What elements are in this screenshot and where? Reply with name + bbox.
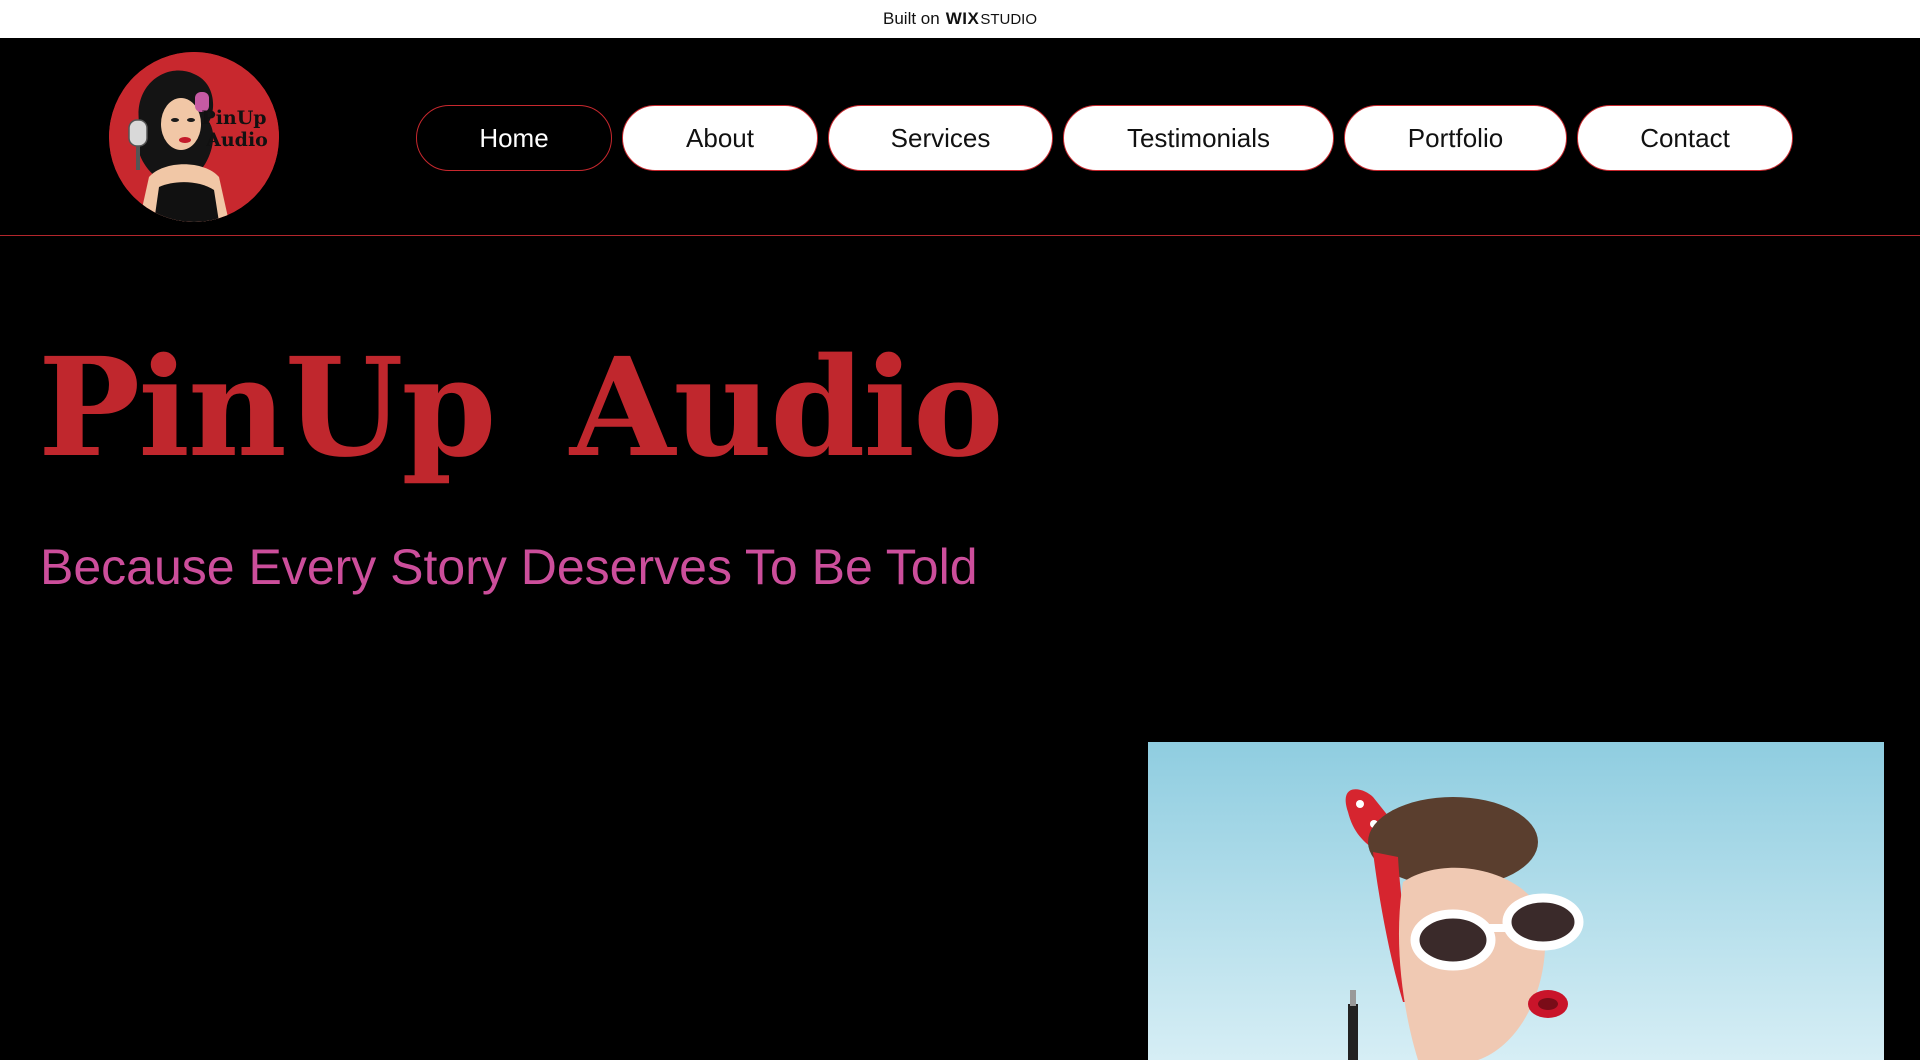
- hero-title: PinUp Audio: [38, 328, 1004, 488]
- studio-brand-text: STUDIO: [980, 10, 1037, 28]
- nav-contact[interactable]: Contact: [1577, 105, 1793, 171]
- main-navigation: Home About Services Testimonials Portfol…: [416, 105, 1793, 171]
- banner-prefix: Built on: [883, 9, 940, 28]
- site-header: PinUp Audio Home About Services Testimon…: [0, 38, 1920, 236]
- nav-services[interactable]: Services: [828, 105, 1053, 171]
- logo-text-line1: PinUp: [201, 107, 266, 129]
- pinup-audio-logo[interactable]: PinUp Audio: [109, 52, 279, 222]
- wix-brand-text: WIX: [945, 9, 980, 28]
- wix-studio-banner[interactable]: Built on WIX STUDIO: [0, 0, 1920, 38]
- hero-subtitle: Because Every Story Deserves To Be Told: [40, 539, 978, 595]
- pinup-woman-photo-icon: [1148, 742, 1884, 1060]
- pinup-girl-logo-icon: PinUp Audio: [109, 52, 279, 222]
- logo-text-line2: Audio: [205, 129, 268, 151]
- nav-portfolio[interactable]: Portfolio: [1344, 105, 1567, 171]
- nav-about[interactable]: About: [622, 105, 818, 171]
- nav-home[interactable]: Home: [416, 105, 612, 171]
- hero-pinup-photo: [1148, 742, 1884, 1060]
- nav-testimonials[interactable]: Testimonials: [1063, 105, 1334, 171]
